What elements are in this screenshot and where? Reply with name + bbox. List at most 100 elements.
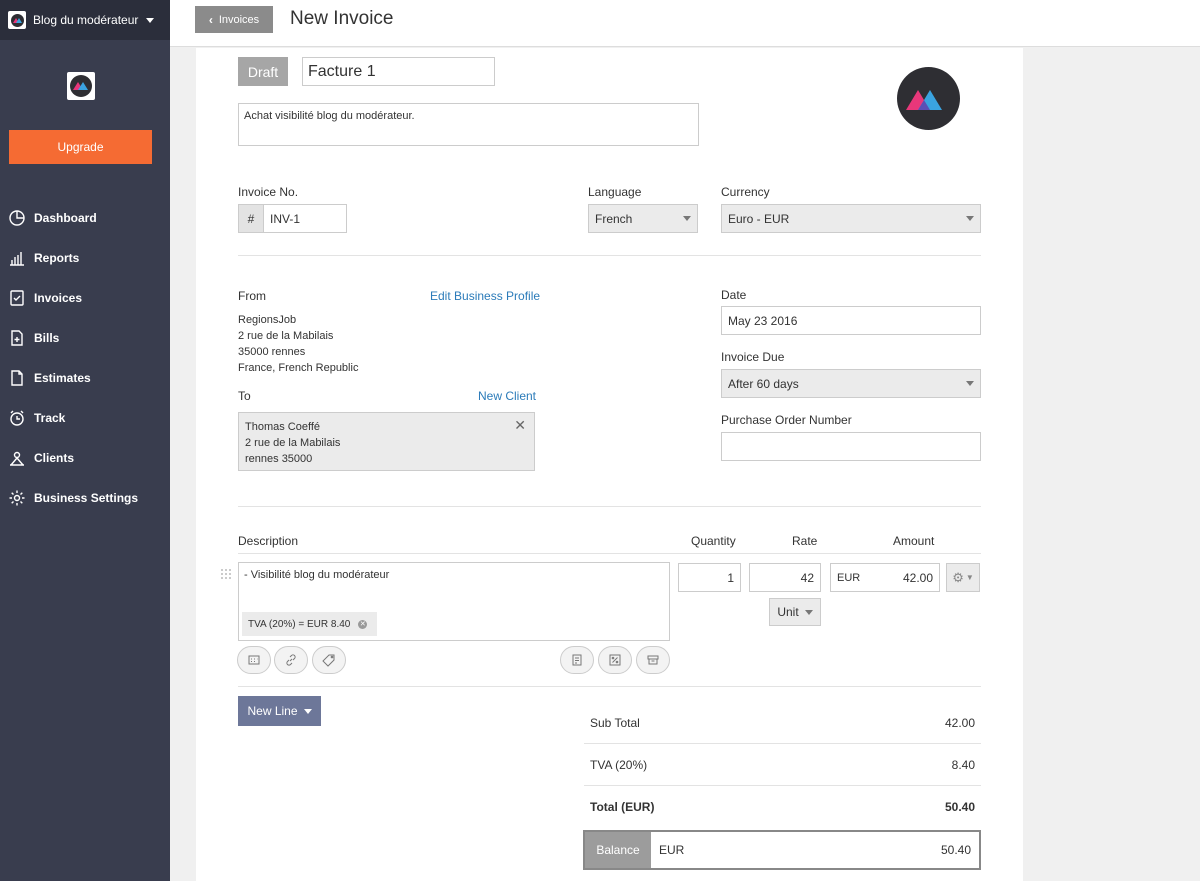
rate-header: Rate bbox=[792, 534, 818, 548]
chevron-down-icon bbox=[303, 708, 312, 714]
discount-button[interactable] bbox=[598, 646, 632, 674]
chevron-left-icon: ‹ bbox=[208, 12, 213, 27]
address-line: 35000 rennes bbox=[238, 346, 306, 358]
address-line: 2 rue de la Mabilais bbox=[238, 330, 334, 342]
subtotal-label: Sub Total bbox=[590, 715, 640, 730]
clock-icon bbox=[10, 410, 24, 426]
top-bar: ‹ Invoices New Invoice bbox=[170, 0, 1200, 47]
client-line: 2 rue de la Mabilais bbox=[245, 437, 341, 449]
sidebar-nav: Dashboard Reports Invoices Bills Estimat… bbox=[0, 198, 170, 518]
po-number-label: Purchase Order Number bbox=[721, 413, 852, 427]
amount-input[interactable]: EUR 42.00 bbox=[830, 563, 940, 592]
chevron-down-icon bbox=[966, 216, 974, 221]
tax-chip-label: TVA (20%) = EUR 8.40 bbox=[248, 618, 351, 630]
to-label: To bbox=[238, 389, 251, 403]
sidebar-item-track[interactable]: Track bbox=[0, 398, 170, 438]
tax-chip[interactable]: TVA (20%) = EUR 8.40 ✕ bbox=[242, 612, 377, 636]
balance-value: 50.40 bbox=[940, 843, 971, 857]
currency-select[interactable]: Euro - EUR bbox=[721, 204, 981, 233]
sidebar-item-bills[interactable]: Bills bbox=[0, 318, 170, 358]
link-button[interactable] bbox=[274, 646, 308, 674]
business-logo-icon[interactable] bbox=[897, 67, 960, 130]
close-icon[interactable]: ✕ bbox=[514, 417, 526, 433]
language-label: Language bbox=[588, 185, 642, 199]
sidebar-item-label: Clients bbox=[34, 451, 75, 465]
from-address: RegionsJob 2 rue de la Mabilais 35000 re… bbox=[238, 312, 358, 376]
sidebar-item-label: Business Settings bbox=[34, 491, 139, 505]
business-logo bbox=[67, 72, 95, 100]
chevron-down-icon bbox=[804, 609, 813, 615]
unit-select[interactable]: Unit bbox=[769, 598, 821, 626]
subtotal-value: 42.00 bbox=[944, 715, 975, 730]
amount-value: 42.00 bbox=[902, 570, 933, 585]
gear-icon bbox=[9, 490, 25, 506]
business-switcher[interactable]: Blog du modérateur bbox=[0, 0, 170, 40]
tax-label: TVA (20%) bbox=[590, 757, 648, 772]
business-name: Blog du modérateur bbox=[33, 13, 139, 27]
sidebar-item-label: Dashboard bbox=[34, 211, 97, 225]
gear-icon: ⚙ bbox=[952, 569, 964, 585]
chevron-down-icon: ▼ bbox=[965, 573, 974, 582]
balance-row: Balance EUR 50.40 bbox=[583, 830, 981, 870]
tax-value: 8.40 bbox=[951, 757, 975, 772]
subtotal-row: Sub Total 42.00 bbox=[584, 702, 981, 744]
chevron-down-icon bbox=[146, 17, 155, 23]
language-select[interactable]: French bbox=[588, 204, 698, 233]
amount-header: Amount bbox=[893, 534, 935, 548]
sidebar-item-reports[interactable]: Reports bbox=[0, 238, 170, 278]
invoice-due-select[interactable]: After 60 days bbox=[721, 369, 981, 398]
total-row: Total (EUR) 50.40 bbox=[584, 786, 981, 828]
time-entry-button[interactable] bbox=[237, 646, 271, 674]
sidebar-item-invoices[interactable]: Invoices bbox=[0, 278, 170, 318]
selected-client-card[interactable]: Thomas Coeffé 2 rue de la Mabilais renne… bbox=[238, 412, 535, 471]
business-logo-icon bbox=[8, 11, 26, 29]
calendar-icon bbox=[248, 655, 260, 665]
total-label: Total (EUR) bbox=[590, 800, 655, 814]
document-icon bbox=[11, 370, 23, 386]
client-line: Thomas Coeffé bbox=[245, 421, 321, 433]
sidebar: Blog du modérateur Upgrade Dashboard Rep… bbox=[0, 0, 170, 881]
upgrade-button[interactable]: Upgrade bbox=[9, 130, 152, 164]
pie-chart-icon bbox=[9, 210, 25, 226]
hash-prefix: # bbox=[238, 204, 263, 233]
rate-input[interactable]: 42 bbox=[749, 563, 821, 592]
new-line-button[interactable]: New Line bbox=[238, 696, 321, 726]
balance-currency: EUR bbox=[659, 843, 685, 857]
po-number-input[interactable] bbox=[721, 432, 981, 461]
sidebar-item-clients[interactable]: Clients bbox=[0, 438, 170, 478]
client-line: rennes 35000 bbox=[245, 453, 313, 465]
line-item-settings-button[interactable]: ⚙ ▼ bbox=[946, 563, 980, 592]
total-value: 50.40 bbox=[944, 800, 975, 814]
invoice-editor: Draft Facture 1 Achat visibilité blog du… bbox=[196, 48, 1023, 881]
divider bbox=[238, 506, 981, 507]
tax-button[interactable] bbox=[560, 646, 594, 674]
back-to-invoices-button[interactable]: ‹ Invoices bbox=[195, 6, 273, 33]
date-input[interactable]: May 23 2016 bbox=[721, 306, 981, 335]
archive-icon bbox=[647, 655, 659, 665]
tag-button[interactable] bbox=[312, 646, 346, 674]
sidebar-item-label: Estimates bbox=[34, 371, 91, 385]
sidebar-item-dashboard[interactable]: Dashboard bbox=[0, 198, 170, 238]
new-client-link[interactable]: New Client bbox=[478, 389, 536, 403]
invoice-description-textarea[interactable]: Achat visibilité blog du modérateur. bbox=[238, 103, 699, 146]
remove-tax-icon[interactable]: ✕ bbox=[358, 619, 368, 629]
sidebar-item-business-settings[interactable]: Business Settings bbox=[0, 478, 170, 518]
divider bbox=[238, 553, 981, 554]
archive-button[interactable] bbox=[636, 646, 670, 674]
page-title: New Invoice bbox=[290, 8, 394, 29]
balance-amount: EUR 50.40 bbox=[651, 832, 979, 868]
invoice-number-input[interactable]: INV-1 bbox=[263, 204, 347, 233]
tax-icon bbox=[572, 654, 582, 666]
invoice-title-input[interactable]: Facture 1 bbox=[302, 57, 495, 86]
quantity-input[interactable]: 1 bbox=[678, 563, 741, 592]
sidebar-item-label: Reports bbox=[34, 251, 80, 265]
currency-value: Euro - EUR bbox=[728, 211, 790, 226]
sidebar-item-estimates[interactable]: Estimates bbox=[0, 358, 170, 398]
back-button-label: Invoices bbox=[218, 13, 260, 26]
bill-icon bbox=[11, 330, 23, 346]
edit-business-profile-link[interactable]: Edit Business Profile bbox=[430, 289, 540, 303]
invoice-number-label: Invoice No. bbox=[238, 185, 299, 199]
date-label: Date bbox=[721, 288, 747, 302]
amount-currency: EUR bbox=[837, 571, 861, 584]
drag-handle-icon[interactable] bbox=[220, 568, 232, 580]
